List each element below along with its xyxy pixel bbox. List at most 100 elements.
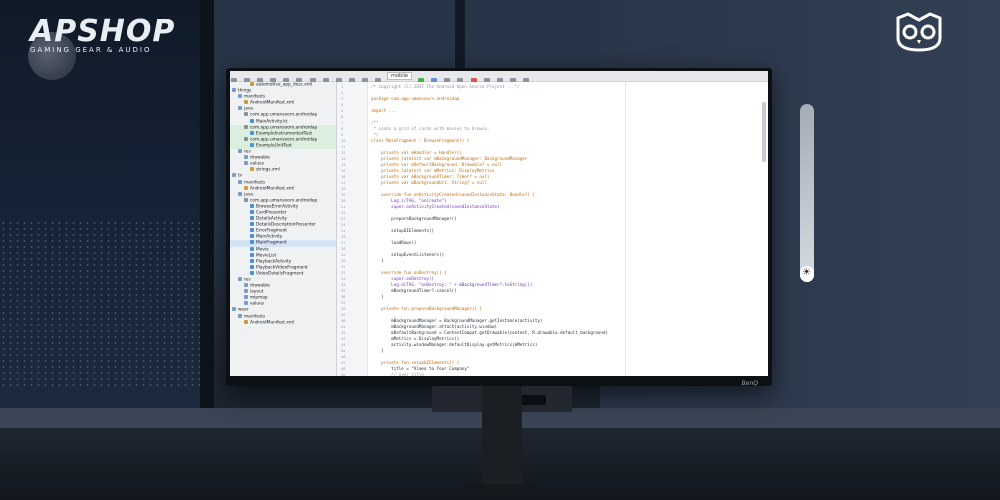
- tree-item-label: manifests: [244, 180, 266, 185]
- code-line: activity.windowManager.defaultDisplay.ge…: [371, 342, 538, 347]
- folder-icon: [244, 283, 248, 288]
- tree-item-label: values: [250, 161, 264, 167]
- class-icon: [250, 142, 254, 147]
- tree-item-label: AndroidManifest.xml: [250, 320, 295, 326]
- package-icon: [244, 124, 248, 129]
- folder-icon: [244, 289, 248, 294]
- folder-icon: [232, 88, 236, 93]
- tree-item-label: res: [244, 149, 251, 155]
- code-line: title = "Vimeo to Your Company": [371, 366, 470, 371]
- folder-icon: [232, 173, 236, 178]
- line-number: 18: [341, 186, 346, 191]
- night-window: [0, 0, 210, 410]
- code-line: private val mHandler = Handler(): [371, 150, 462, 155]
- line-number: 41: [341, 324, 346, 329]
- project-tree: automotive_app_desc.xml things manifests An…: [230, 82, 337, 376]
- line-number: 44: [341, 342, 346, 347]
- logo-text: APSHOP: [30, 14, 176, 49]
- line-number: 22: [341, 210, 346, 215]
- tree-item-label: ExampleUnitTest: [256, 143, 292, 149]
- monitor-stand: [482, 386, 522, 494]
- code-line: override fun onActivityCreated(savedInst…: [371, 192, 535, 197]
- code-line: override fun onDestroy() {: [371, 270, 447, 275]
- code-line: import ...: [371, 108, 397, 113]
- tree-item-label: manifests: [244, 94, 266, 100]
- class-icon: [250, 203, 254, 208]
- line-number: 23: [341, 216, 346, 221]
- code-line: package com.app.umansoorn.androidap: [371, 96, 460, 101]
- tree-item-label: DetailsActivity: [256, 216, 287, 222]
- class-icon: [250, 264, 254, 269]
- tree-item-label: Movie: [256, 247, 269, 253]
- code-line: setupUIElements(): [371, 228, 435, 233]
- right-margin-guide: [625, 82, 626, 376]
- sun-icon: ☀: [802, 267, 811, 278]
- line-number: 6: [341, 114, 344, 119]
- tree-item-label: MainActivity: [256, 234, 283, 240]
- ide-screen: mobile automotive_app_desc.xml things mani…: [230, 71, 768, 376]
- code-line: mMetrics = DisplayMetrics(): [371, 336, 460, 341]
- class-icon: [250, 209, 254, 214]
- line-number: 13: [341, 156, 346, 161]
- class-icon: [250, 222, 254, 227]
- editor-scrollbar[interactable]: [762, 102, 766, 162]
- tree-item-label: drawable: [250, 283, 270, 289]
- tree-item-label: CardPresenter: [256, 210, 287, 216]
- line-number: 33: [341, 276, 346, 281]
- brightness-slider[interactable]: ☀: [800, 104, 814, 282]
- line-number: 9: [341, 132, 344, 137]
- code-editor[interactable]: 1 /* Copyright (C) 2017 The Android Open …: [337, 82, 768, 376]
- code-line: */: [371, 132, 379, 137]
- code-line: Log.d(TAG, "onDestroy: " + mBackgroundTi…: [371, 282, 533, 287]
- tree-item-label: com.app.umansoorn.androidap: [250, 198, 318, 204]
- code-line: }: [371, 258, 384, 263]
- tree-item-label: VideoDetailsFragment: [256, 271, 304, 277]
- line-number: 8: [341, 126, 344, 131]
- code-line: /* Copyright (C) 2017 The Android Open S…: [371, 84, 520, 89]
- code-line: private lateinit var mMetrics: DisplayMe…: [371, 168, 495, 173]
- folder-icon: [232, 307, 236, 312]
- line-number: 39: [341, 312, 346, 317]
- tree-item-label: com.app.umansoorn.androidap: [250, 112, 318, 118]
- code-line: }: [371, 348, 384, 353]
- line-number: 31: [341, 264, 346, 269]
- line-number: 38: [341, 306, 346, 311]
- file-icon: [244, 100, 248, 105]
- class-icon: [250, 270, 254, 275]
- line-number: 4: [341, 102, 344, 107]
- line-number: 24: [341, 222, 346, 227]
- owl-icon: [896, 12, 942, 52]
- code-line: private var mBackgroundTimer: Timer? = n…: [371, 174, 490, 179]
- line-number: 36: [341, 294, 346, 299]
- folder-icon: [244, 301, 248, 306]
- tree-item-label: res: [244, 277, 251, 283]
- line-number: 48: [341, 366, 346, 371]
- tree-item[interactable]: AndroidManifest.xml: [230, 319, 336, 326]
- folder-icon: [238, 179, 242, 184]
- code-line: private var mBackgroundUri: String? = nu…: [371, 180, 487, 185]
- line-number: 46: [341, 354, 346, 359]
- code-line: private fun prepareBackgroundManager() {: [371, 306, 482, 311]
- tree-item-label: manifests: [244, 314, 266, 320]
- line-number: 16: [341, 174, 346, 179]
- code-line: private fun setupUIElements() {: [371, 360, 460, 365]
- folder-icon: [244, 161, 248, 166]
- class-icon: [250, 118, 254, 123]
- code-line: /**: [371, 120, 379, 125]
- monitor-base: [466, 484, 538, 494]
- product-photo-scene: APSHOP GAMING GEAR & AUDIO ☀ mobile auto…: [0, 0, 1000, 500]
- tree-item-label: layout: [250, 289, 264, 295]
- folder-icon: [244, 155, 248, 160]
- code-line: private lateinit var mBackgroundManager:…: [371, 156, 528, 161]
- code-line: super.onDestroy(): [371, 276, 435, 281]
- monitor: mobile automotive_app_desc.xml things mani…: [226, 68, 772, 387]
- code-line: }: [371, 294, 384, 299]
- code-line: mDefaultBackground = ContextCompat.getDr…: [371, 330, 608, 335]
- tree-item-label: java: [244, 192, 254, 198]
- module-selector[interactable]: mobile: [387, 72, 413, 80]
- line-number: 25: [341, 228, 346, 233]
- tree-item-label: drawable: [250, 155, 270, 161]
- line-number: 37: [341, 300, 346, 305]
- line-number: 19: [341, 192, 346, 197]
- line-number: 28: [341, 246, 346, 251]
